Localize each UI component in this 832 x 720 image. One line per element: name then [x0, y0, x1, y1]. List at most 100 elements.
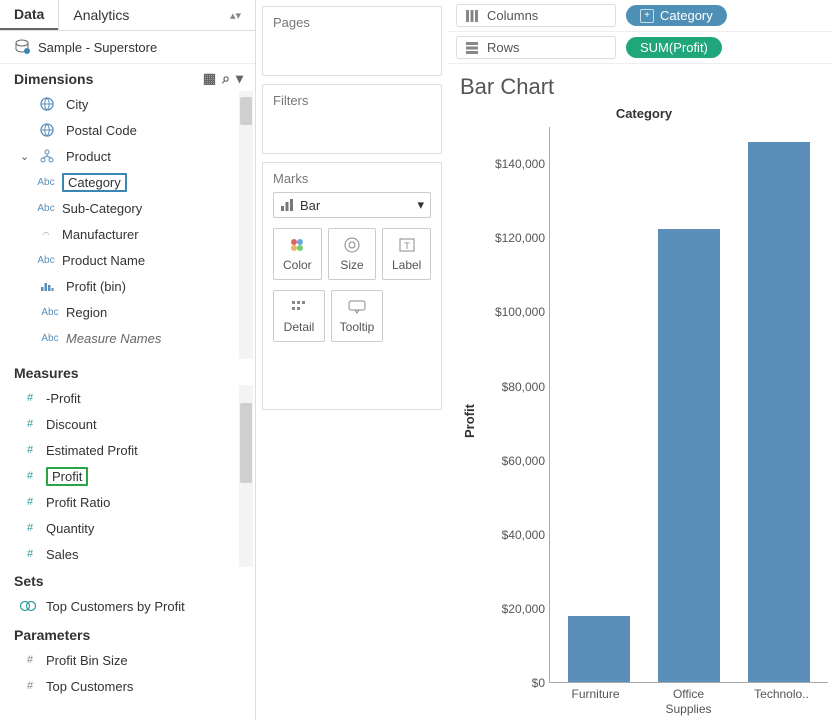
dimension-item[interactable]: AbcProduct Name: [0, 247, 255, 273]
menu-icon[interactable]: ▾: [236, 70, 243, 87]
x-tick: Furniture: [549, 683, 642, 716]
view-grid-icon[interactable]: ▦: [203, 70, 216, 87]
field-label: Profit (bin): [66, 279, 126, 294]
marks-detail[interactable]: Detail: [273, 290, 325, 342]
measure-item[interactable]: #Profit Ratio: [0, 489, 255, 515]
marks-label-label: Label: [392, 258, 421, 272]
expand-toggle[interactable]: ⌄: [20, 150, 34, 163]
dimension-item[interactable]: 𝄐Manufacturer: [0, 221, 255, 247]
y-tick: $120,000: [495, 231, 545, 245]
dimension-item[interactable]: Profit (bin): [0, 273, 255, 299]
parameters-title: Parameters: [14, 627, 90, 643]
pill-label: SUM(Profit): [640, 40, 708, 55]
scrollbar[interactable]: [239, 385, 253, 567]
parameters-list: # Profit Bin Size # Top Customers: [0, 647, 255, 720]
columns-shelf[interactable]: Columns + Category: [448, 0, 832, 32]
datasource-icon: [14, 39, 30, 55]
tab-analytics[interactable]: Analytics ▴▾: [58, 0, 255, 30]
hash-icon: #: [20, 444, 40, 456]
field-icon: [40, 149, 60, 163]
set-item[interactable]: Top Customers by Profit: [0, 593, 255, 619]
field-label: Region: [66, 305, 107, 320]
detail-icon: [291, 298, 307, 316]
chart-subtitle: Category: [460, 106, 828, 121]
measure-item[interactable]: #Sales: [0, 541, 255, 567]
pill-label: Category: [660, 8, 713, 23]
chevron-down-icon: ▾: [417, 197, 424, 213]
marks-size[interactable]: Size: [328, 228, 377, 280]
marks-detail-label: Detail: [284, 320, 315, 334]
columns-pill-category[interactable]: + Category: [626, 5, 727, 26]
dimensions-header: Dimensions ▦ ⌕ ▾: [0, 64, 255, 91]
measure-item[interactable]: #Quantity: [0, 515, 255, 541]
y-axis-label: Profit: [460, 127, 479, 716]
field-label: Sales: [46, 547, 79, 562]
y-tick: $20,000: [502, 602, 545, 616]
marks-label: Marks: [273, 171, 431, 186]
measure-item[interactable]: #Profit: [0, 463, 255, 489]
plot-area[interactable]: [549, 127, 828, 683]
measure-item[interactable]: # Estimated Profit: [0, 437, 255, 463]
field-label: -Profit: [46, 391, 81, 406]
y-tick: $40,000: [502, 528, 545, 542]
scrollbar[interactable]: [239, 91, 253, 359]
param-item[interactable]: # Top Customers: [0, 673, 255, 699]
rows-shelf[interactable]: Rows SUM(Profit): [448, 32, 832, 64]
bar[interactable]: [568, 616, 630, 683]
field-label: Sub-Category: [62, 201, 142, 216]
expand-icon: +: [640, 9, 654, 23]
tab-data[interactable]: Data: [0, 0, 58, 30]
rows-pill-profit[interactable]: SUM(Profit): [626, 37, 722, 58]
scroll-thumb[interactable]: [240, 97, 252, 125]
measure-item[interactable]: #Discount: [0, 411, 255, 437]
set-label: Top Customers by Profit: [46, 599, 185, 614]
marks-tooltip[interactable]: Tooltip: [331, 290, 383, 342]
bar[interactable]: [658, 229, 720, 682]
mark-type-select[interactable]: Bar ▾: [273, 192, 431, 218]
param-label: Profit Bin Size: [46, 653, 128, 668]
dimension-item[interactable]: AbcRegion: [0, 299, 255, 325]
columns-icon: [465, 9, 479, 23]
param-item[interactable]: # Profit Bin Size: [0, 647, 255, 673]
dimension-item[interactable]: AbcSub-Category: [0, 195, 255, 221]
marks-color[interactable]: Color: [273, 228, 322, 280]
field-icon: Abc: [36, 176, 56, 188]
x-tick: Technolo..: [735, 683, 828, 716]
pages-shelf[interactable]: Pages: [262, 6, 442, 76]
y-tick: $140,000: [495, 157, 545, 171]
param-label: Top Customers: [46, 679, 133, 694]
measures-title: Measures: [14, 365, 79, 381]
chart: Bar Chart Category Profit $0$20,000$40,0…: [448, 64, 832, 720]
hash-icon: #: [20, 522, 40, 534]
dimensions-title: Dimensions: [14, 71, 93, 87]
dimension-item[interactable]: Postal Code: [0, 117, 255, 143]
dimension-item[interactable]: AbcMeasure Names: [0, 325, 255, 351]
marks-label[interactable]: T Label: [382, 228, 431, 280]
svg-text:T: T: [404, 241, 410, 251]
size-icon: [343, 236, 361, 254]
field-label: Category: [62, 173, 127, 192]
y-tick: $60,000: [502, 454, 545, 468]
dimension-item[interactable]: Abc Category: [0, 169, 255, 195]
marks-card: Marks Bar ▾ Color: [262, 162, 442, 410]
bar[interactable]: [748, 142, 810, 682]
marks-color-label: Color: [283, 258, 312, 272]
datasource-row[interactable]: Sample - Superstore: [0, 31, 255, 64]
filters-shelf[interactable]: Filters: [262, 84, 442, 154]
hash-icon: #: [20, 392, 40, 404]
measure-item[interactable]: # -Profit: [0, 385, 255, 411]
datasource-label: Sample - Superstore: [38, 40, 157, 55]
scroll-thumb[interactable]: [240, 403, 252, 483]
dimension-item[interactable]: City: [0, 91, 255, 117]
field-label: Estimated Profit: [46, 443, 138, 458]
dimension-item[interactable]: ⌄Product: [0, 143, 255, 169]
marks-size-label: Size: [340, 258, 363, 272]
chart-title[interactable]: Bar Chart: [460, 74, 828, 100]
sets-list: Top Customers by Profit: [0, 593, 255, 621]
search-icon[interactable]: ⌕: [222, 70, 230, 87]
measures-list: # -Profit #Discount # Estimated Profit #Profi…: [0, 385, 255, 567]
hash-icon: #: [20, 680, 40, 692]
measures-header: Measures: [0, 359, 255, 385]
marks-tooltip-label: Tooltip: [340, 320, 375, 334]
y-tick: $100,000: [495, 305, 545, 319]
